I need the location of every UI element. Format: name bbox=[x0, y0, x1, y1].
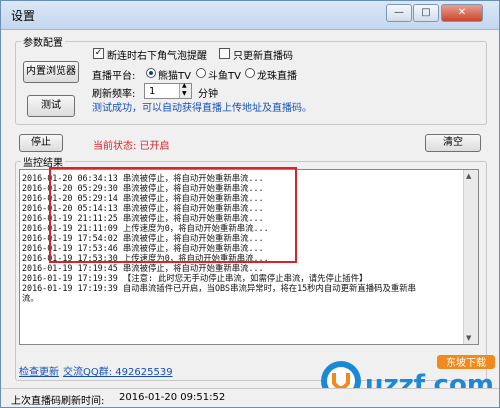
refresh-stepper[interactable]: 1 ▲ ▼ bbox=[144, 82, 192, 99]
scroll-up-icon[interactable]: ▲ bbox=[466, 172, 471, 180]
last-refresh-time: 2016-01-20 09:51:52 bbox=[119, 392, 226, 403]
log-line: 2016-01-19 17:19:45 串流被停止，将自动开始重新串流... bbox=[22, 263, 264, 273]
status-bar: 上次直播码刷新时间: 2016-01-20 09:51:52 bbox=[1, 388, 499, 407]
log-line: 流。 bbox=[22, 293, 39, 303]
radio-panda-tv[interactable] bbox=[146, 68, 156, 78]
browser-button[interactable]: 内置浏览器 bbox=[23, 61, 79, 83]
disconnect-alert-label: 断连时右下角气泡提醒 bbox=[107, 51, 207, 62]
test-button[interactable]: 测试 bbox=[27, 95, 75, 117]
radio-douyu-tv-label: 斗鱼TV bbox=[208, 71, 241, 82]
log-line: 2016-01-19 17:19:39 【注意: 此时您无手动停止串流，如需停止… bbox=[22, 273, 368, 283]
check-update-link[interactable]: 检查更新 bbox=[19, 363, 59, 378]
settings-window: 设置 — □ ✕ 参数配置 内置浏览器 测试 ✓ 断连时右下角气泡提醒 只更新直… bbox=[0, 0, 500, 408]
clear-button[interactable]: 清空 bbox=[425, 134, 481, 152]
badge-text: 东坡下载 bbox=[446, 356, 486, 369]
stop-button[interactable]: 停止 bbox=[19, 134, 63, 152]
update-only-checkbox[interactable] bbox=[219, 48, 230, 59]
checkmark-icon: ✓ bbox=[94, 48, 103, 58]
params-group-label: 参数配置 bbox=[21, 34, 65, 49]
maximize-button[interactable]: □ bbox=[413, 4, 439, 22]
disconnect-alert-checkbox[interactable]: ✓ bbox=[93, 48, 104, 59]
log-scrollbar[interactable]: ▲ ▼ bbox=[463, 170, 478, 344]
log-line: 2016-01-19 17:19:39 自动串流插件已开启，当OBS串流异常时，… bbox=[22, 283, 417, 293]
stepper-arrows[interactable]: ▲ ▼ bbox=[179, 82, 191, 98]
radio-longzhu[interactable] bbox=[245, 68, 255, 78]
refresh-unit: 分钟 bbox=[198, 89, 218, 100]
last-refresh-label: 上次直播码刷新时间: bbox=[11, 396, 105, 407]
test-result-text: 测试成功，可以自动获得直播上传地址及直播码。 bbox=[92, 103, 312, 114]
window-title: 设置 bbox=[11, 9, 36, 23]
title-bar: 设置 — □ ✕ bbox=[1, 1, 499, 30]
close-button[interactable]: ✕ bbox=[441, 4, 483, 22]
minimize-button[interactable]: — bbox=[386, 4, 412, 22]
up-arrow-icon[interactable]: ▲ bbox=[182, 82, 187, 89]
platform-label: 直播平台: bbox=[92, 71, 136, 82]
update-only-label: 只更新直播码 bbox=[233, 51, 293, 62]
minimize-icon: — bbox=[394, 7, 404, 18]
refresh-label: 刷新频率: bbox=[92, 89, 136, 100]
scroll-down-icon[interactable]: ▼ bbox=[466, 334, 471, 342]
radio-longzhu-label: 龙珠直播 bbox=[257, 71, 297, 82]
radio-panda-tv-label: 熊猫TV bbox=[158, 71, 191, 82]
radio-douyu-tv[interactable] bbox=[196, 68, 206, 78]
maximize-icon: □ bbox=[421, 7, 431, 18]
down-arrow-icon[interactable]: ▼ bbox=[182, 90, 187, 97]
status-text: 当前状态: 已开启 bbox=[93, 141, 170, 152]
qq-group-link[interactable]: 交流QQ群: 492625539 bbox=[63, 363, 173, 378]
highlight-box bbox=[49, 167, 297, 263]
close-icon: ✕ bbox=[457, 7, 467, 18]
refresh-value: 1 bbox=[149, 86, 156, 97]
